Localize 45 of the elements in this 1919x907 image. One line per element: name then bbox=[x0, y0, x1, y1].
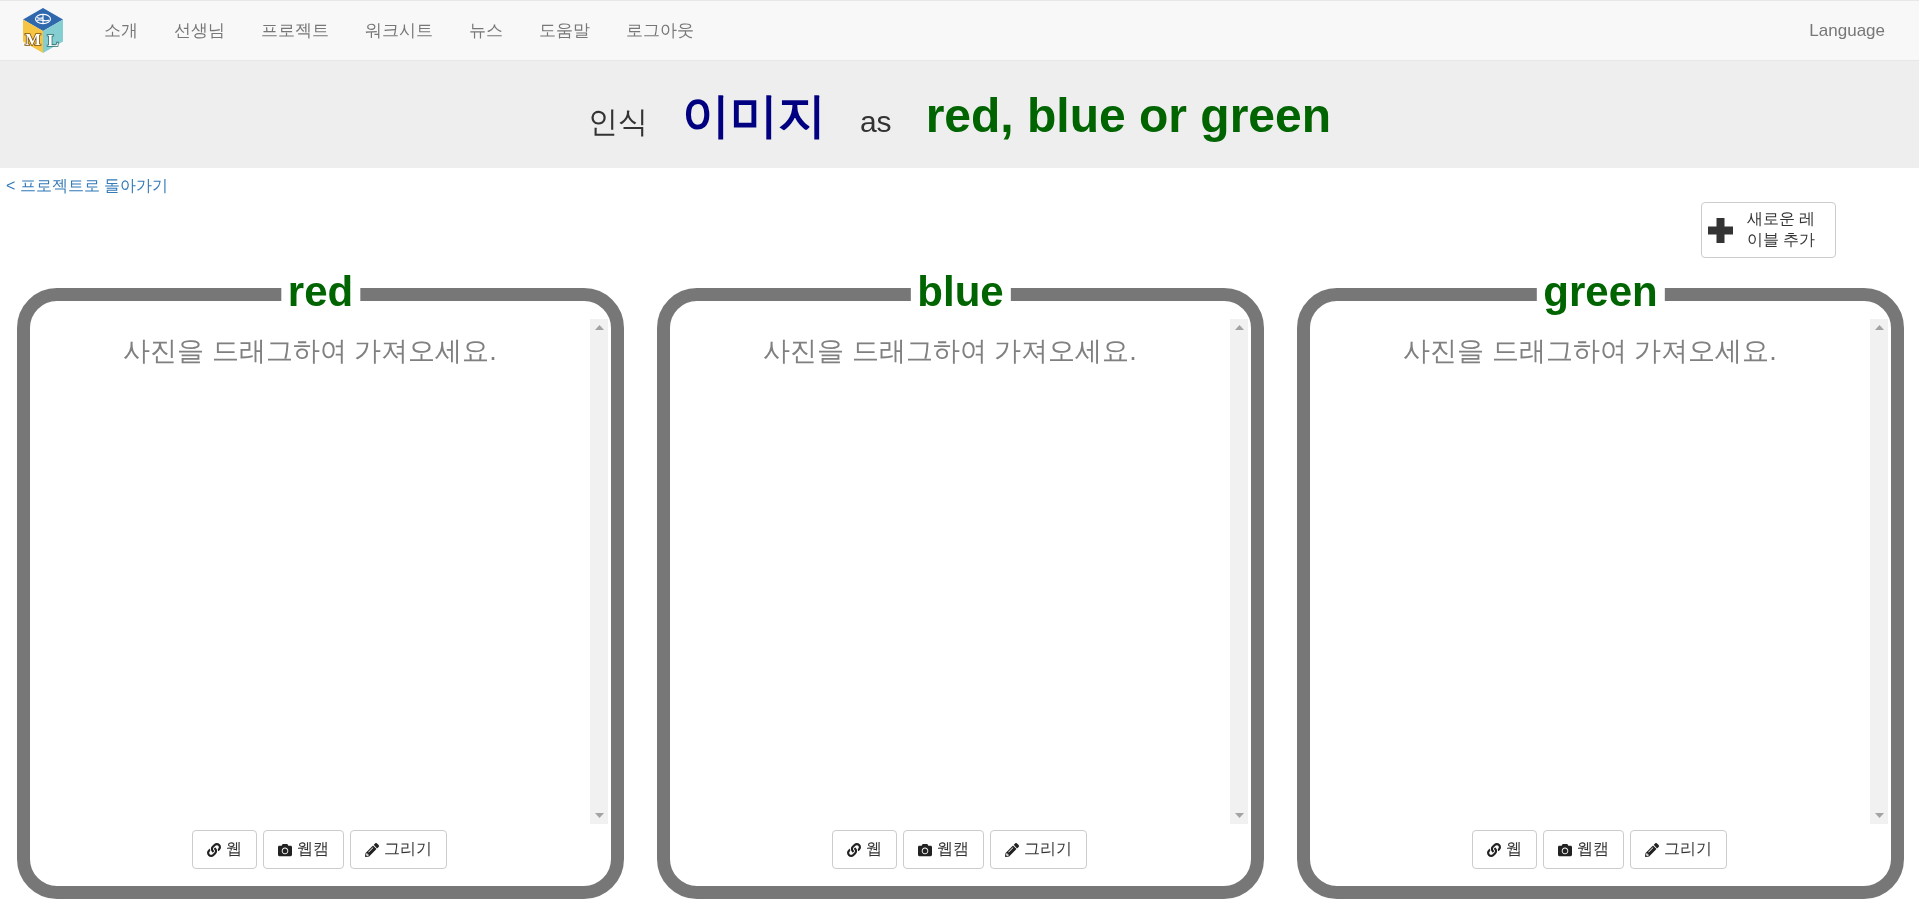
drop-hint: 사진을 드래그하여 가져오세요. bbox=[123, 335, 497, 368]
link-icon bbox=[206, 842, 221, 857]
scroll-up-icon[interactable] bbox=[1874, 325, 1884, 331]
image-source-button[interactable]: 웹캠 bbox=[1542, 830, 1624, 870]
pencil-icon bbox=[1644, 842, 1659, 857]
image-source-button[interactable]: 그리기 bbox=[989, 830, 1087, 870]
scrollbar[interactable] bbox=[1230, 319, 1248, 825]
pencil-icon bbox=[364, 842, 379, 857]
image-source-button[interactable]: 웹 bbox=[191, 830, 257, 870]
pencil-icon bbox=[1004, 842, 1019, 857]
nav-link[interactable]: 소개 bbox=[86, 9, 156, 52]
drop-hint: 사진을 드래그하여 가져오세요. bbox=[763, 335, 1137, 368]
nav-link[interactable]: 선생님 bbox=[156, 9, 243, 52]
banner-text: 인식 bbox=[587, 105, 648, 139]
link-icon bbox=[1486, 842, 1501, 857]
scroll-up-icon[interactable] bbox=[594, 325, 604, 331]
camera-icon bbox=[277, 842, 292, 857]
link-icon bbox=[846, 842, 861, 857]
scrollbar[interactable] bbox=[1870, 319, 1888, 825]
nav-link[interactable]: 뉴스 bbox=[451, 9, 521, 52]
language-menu[interactable]: Language bbox=[1791, 10, 1903, 51]
image-source-button[interactable]: 웹캠 bbox=[902, 830, 984, 870]
nav-link[interactable]: 워크시트 bbox=[347, 9, 451, 52]
plus-icon bbox=[1708, 217, 1733, 243]
scroll-down-icon[interactable] bbox=[1234, 813, 1244, 819]
scroll-down-icon[interactable] bbox=[1874, 813, 1884, 819]
scroll-up-icon[interactable] bbox=[1234, 325, 1244, 331]
nav-link[interactable]: 도움말 bbox=[521, 9, 608, 52]
image-source-button[interactable]: 웹 bbox=[1471, 830, 1537, 870]
scrollbar[interactable] bbox=[590, 319, 608, 825]
drop-hint: 사진을 드래그하여 가져오세요. bbox=[1403, 335, 1777, 368]
image-source-button[interactable]: 웹 bbox=[831, 830, 897, 870]
nav-link[interactable]: 프로젝트 bbox=[243, 9, 347, 52]
scroll-down-icon[interactable] bbox=[594, 813, 604, 819]
nav-link[interactable]: 로그아웃 bbox=[608, 9, 712, 52]
banner-text: as bbox=[859, 105, 892, 139]
image-source-button[interactable]: 그리기 bbox=[1629, 830, 1727, 870]
add-label-button[interactable]: 새로운 레이블 추가 bbox=[1701, 202, 1836, 259]
camera-icon bbox=[917, 842, 932, 857]
banner-text: red, blue or green bbox=[925, 90, 1332, 143]
image-source-button[interactable]: 웹캠 bbox=[262, 830, 344, 870]
camera-icon bbox=[1557, 842, 1572, 857]
banner-text: 이미지 bbox=[681, 90, 826, 143]
back-link[interactable]: < 프로젝트로 돌아가기 bbox=[6, 176, 169, 196]
image-source-button[interactable]: 그리기 bbox=[349, 830, 447, 870]
